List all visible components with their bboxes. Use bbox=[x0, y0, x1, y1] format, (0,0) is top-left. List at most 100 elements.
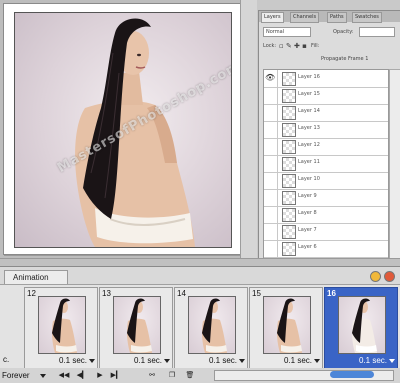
layer-thumbnail bbox=[282, 89, 296, 103]
layer-name: Layer 10 bbox=[298, 176, 320, 182]
layer-thumbnail bbox=[282, 242, 296, 256]
layer-thumbnail bbox=[282, 72, 296, 86]
layer-name: Layer 11 bbox=[298, 159, 320, 165]
visibility-toggle[interactable] bbox=[264, 104, 278, 121]
opacity-field[interactable] bbox=[359, 27, 395, 37]
layer-thumbnail bbox=[282, 174, 296, 188]
animation-frame[interactable]: 14 0.1 sec. bbox=[174, 287, 248, 371]
visibility-toggle[interactable] bbox=[264, 223, 278, 240]
delete-icon[interactable]: 🗑 bbox=[184, 370, 196, 381]
layer-name: Layer 9 bbox=[298, 193, 317, 199]
workspace-scrollbar[interactable] bbox=[240, 0, 257, 258]
layer-thumbnail bbox=[282, 140, 296, 154]
visibility-toggle[interactable]: 👁 bbox=[264, 70, 278, 87]
dropdown-arrow-icon[interactable] bbox=[314, 359, 320, 363]
frame-number: 12 bbox=[27, 289, 36, 298]
layer-name: Layer 13 bbox=[298, 125, 320, 131]
layer-row[interactable]: Layer 8 bbox=[264, 206, 388, 224]
visibility-toggle[interactable] bbox=[264, 189, 278, 206]
frame-number: 13 bbox=[102, 289, 111, 298]
layer-name: Layer 7 bbox=[298, 227, 317, 233]
frame-delay[interactable]: 0.1 sec. bbox=[359, 356, 387, 365]
frame-delay[interactable]: 0.1 sec. bbox=[284, 356, 312, 365]
layer-name: Layer 14 bbox=[298, 108, 320, 114]
visibility-toggle[interactable] bbox=[264, 172, 278, 189]
layer-thumbnail bbox=[282, 191, 296, 205]
layer-row[interactable]: Layer 13 bbox=[264, 121, 388, 139]
document-window[interactable]: MastersofPhotoshop.com bbox=[3, 3, 241, 255]
frame-delay[interactable]: 0.1 sec. bbox=[209, 356, 237, 365]
frames-scrollbar-thumb[interactable] bbox=[330, 371, 374, 378]
tween-icon[interactable]: ⚯ bbox=[146, 370, 158, 381]
play-icon[interactable]: ▶ bbox=[94, 370, 106, 381]
frame-thumb-photo bbox=[201, 298, 227, 353]
new-frame-icon[interactable]: ❐ bbox=[166, 370, 178, 381]
layer-row[interactable]: 👁 Layer 16 bbox=[264, 70, 388, 88]
frame-thumb-photo bbox=[51, 298, 77, 353]
layers-panel: Layers Channels Paths Swatches Normal Op… bbox=[258, 10, 400, 262]
close-icon[interactable] bbox=[384, 271, 395, 282]
layer-row[interactable]: Layer 6 bbox=[264, 240, 388, 258]
photo-canvas[interactable]: MastersofPhotoshop.com bbox=[14, 12, 232, 248]
layer-thumbnail bbox=[282, 225, 296, 239]
frame-delay[interactable]: 0.1 sec. bbox=[134, 356, 162, 365]
dropdown-arrow-icon[interactable] bbox=[164, 359, 170, 363]
propagate-label: Propagate Frame 1 bbox=[321, 56, 369, 62]
tab-channels[interactable]: Channels bbox=[290, 12, 320, 23]
tab-animation[interactable]: Animation bbox=[4, 270, 68, 284]
next-frame-icon[interactable]: ▶▎ bbox=[110, 370, 122, 381]
animation-frame-selected[interactable]: 16 0.1 sec. bbox=[324, 287, 398, 371]
layer-name: Layer 16 bbox=[298, 74, 320, 80]
lock-label: Lock: bbox=[263, 43, 277, 49]
first-frame-icon[interactable]: ◀◀ bbox=[58, 370, 70, 381]
canvas-workspace: MastersofPhotoshop.com bbox=[0, 0, 256, 258]
tab-layers[interactable]: Layers bbox=[261, 12, 284, 23]
frames-strip: c. 12 0.1 sec. 13 0.1 sec. 14 0.1 sec. 1… bbox=[0, 284, 400, 371]
frame-thumbnail bbox=[263, 296, 311, 354]
visibility-toggle[interactable] bbox=[264, 138, 278, 155]
layer-row[interactable]: Layer 14 bbox=[264, 104, 388, 122]
layers-scrollbar[interactable] bbox=[389, 69, 400, 261]
layer-thumbnail bbox=[282, 106, 296, 120]
fill-label: Fill: bbox=[311, 43, 320, 49]
visibility-toggle[interactable] bbox=[264, 240, 278, 257]
minimize-icon[interactable] bbox=[370, 271, 381, 282]
visibility-toggle[interactable] bbox=[264, 121, 278, 138]
visibility-toggle[interactable] bbox=[264, 206, 278, 223]
frame-number: 16 bbox=[327, 289, 336, 298]
animation-panel: Animation c. 12 0.1 sec. 13 0.1 sec. 14 … bbox=[0, 266, 400, 383]
dropdown-arrow-icon[interactable] bbox=[239, 359, 245, 363]
frame-thumb-photo bbox=[276, 298, 302, 353]
layer-row[interactable]: Layer 11 bbox=[264, 155, 388, 173]
animation-frame[interactable]: 13 0.1 sec. bbox=[99, 287, 173, 371]
animation-frame[interactable]: 15 0.1 sec. bbox=[249, 287, 323, 371]
animation-frame[interactable]: 12 0.1 sec. bbox=[24, 287, 98, 371]
layer-row[interactable]: Layer 10 bbox=[264, 172, 388, 190]
layer-name: Layer 8 bbox=[298, 210, 317, 216]
layer-row[interactable]: Layer 7 bbox=[264, 223, 388, 241]
visibility-toggle[interactable] bbox=[264, 155, 278, 172]
layer-row[interactable]: Layer 9 bbox=[264, 189, 388, 207]
dropdown-arrow-icon[interactable] bbox=[89, 359, 95, 363]
lock-icons[interactable]: ▫ ✎ ✚ ▪ bbox=[279, 42, 307, 50]
frame-thumbnail bbox=[188, 296, 236, 354]
opacity-label: Opacity: bbox=[333, 29, 354, 35]
layer-row[interactable]: Layer 12 bbox=[264, 138, 388, 156]
dropdown-arrow-icon[interactable] bbox=[40, 374, 46, 378]
layer-name: Layer 6 bbox=[298, 244, 317, 250]
layer-name: Layer 15 bbox=[298, 91, 320, 97]
dropdown-arrow-icon[interactable] bbox=[389, 359, 395, 363]
tab-swatches[interactable]: Swatches bbox=[352, 12, 382, 23]
frame-delay[interactable]: 0.1 sec. bbox=[59, 356, 87, 365]
partial-frame-delay: c. bbox=[3, 355, 10, 364]
layers-panel-tabs: Layers Channels Paths Swatches bbox=[259, 11, 400, 23]
layer-row[interactable]: Layer 15 bbox=[264, 87, 388, 105]
visibility-toggle[interactable] bbox=[264, 87, 278, 104]
previous-frame-icon[interactable]: ◀▎ bbox=[76, 370, 88, 381]
frame-thumb-photo bbox=[351, 298, 377, 353]
tab-paths[interactable]: Paths bbox=[327, 12, 347, 23]
frame-thumbnail bbox=[338, 296, 386, 354]
blend-mode-select[interactable]: Normal bbox=[263, 27, 311, 37]
layer-thumbnail bbox=[282, 123, 296, 137]
frame-number: 14 bbox=[177, 289, 186, 298]
